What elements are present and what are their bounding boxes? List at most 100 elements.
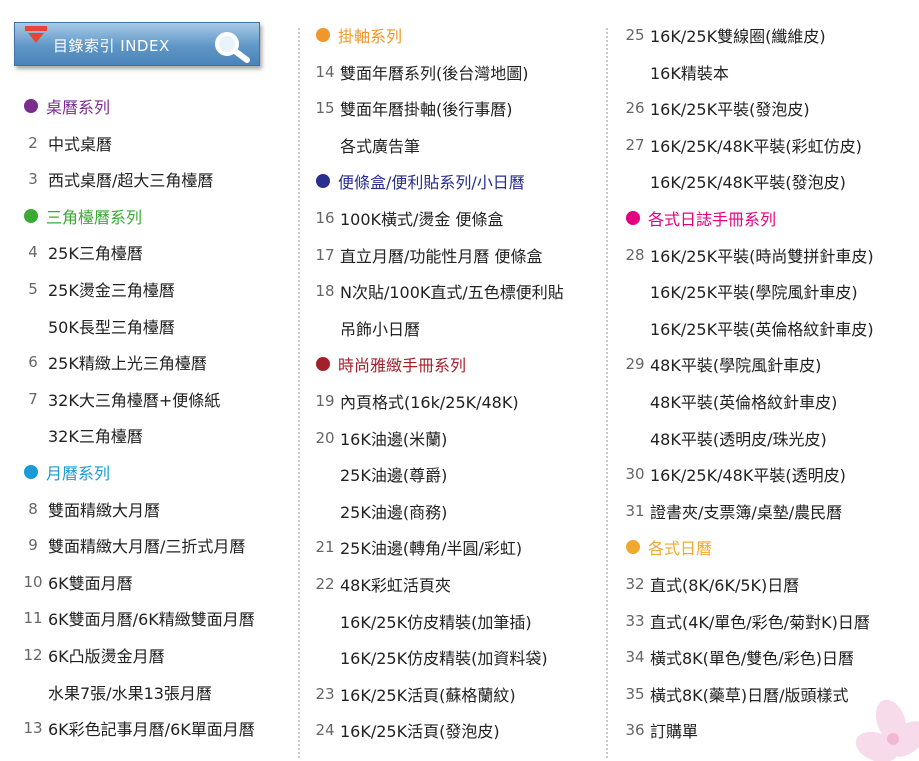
section-dot-icon	[24, 99, 38, 113]
index-title: 目錄索引 INDEX	[53, 37, 170, 55]
entry-text: 各式廣告筆	[340, 136, 421, 156]
entry-text: 48K平裝(英倫格紋針車皮)	[650, 393, 838, 412]
index-entry: 22 48K彩虹活頁夾	[310, 570, 451, 598]
index-entry: 48K平裝(英倫格紋針車皮)	[620, 387, 837, 415]
entry-text: 16K/25K仿皮精裝(加資料袋)	[340, 649, 548, 669]
entry-text: 16K/25K活頁(發泡皮)	[340, 722, 500, 742]
page-number: 28	[625, 245, 645, 264]
index-entry: 11 6K雙面月曆/6K精緻雙面月曆	[18, 604, 255, 632]
section-heading: 掛軸系列	[310, 21, 402, 49]
entry-text: N次貼/100K直式/五色標便利貼	[340, 283, 564, 303]
section-heading: 各式日誌手冊系列	[620, 204, 776, 232]
section-heading: 便條盒/便利貼系列/小日曆	[310, 167, 525, 195]
page-number: 21	[315, 538, 335, 557]
entry-text: 16K/25K/48K平裝(彩虹仿皮)	[650, 136, 862, 156]
flower-decoration-icon	[855, 699, 919, 761]
index-entry: 33 直式(4K/單色/彩色/菊對K)日曆	[620, 607, 870, 635]
entry-text: 16K/25K平裝(學院風針車皮)	[650, 283, 858, 303]
page-number: 35	[625, 684, 645, 703]
entry-text: 6K凸版燙金月曆	[48, 647, 165, 666]
index-entry: 5 25K燙金三角檯曆	[18, 275, 175, 303]
page-number: 26	[625, 99, 645, 118]
section-heading: 各式日曆	[620, 533, 712, 561]
page-number: 9	[28, 536, 38, 555]
entry-text: 雙面精緻大月曆	[48, 500, 161, 520]
entry-text: 直立月曆/功能性月曆 便條盒	[340, 246, 543, 266]
section-dot-icon	[626, 211, 640, 225]
index-entry: 16K/25K仿皮精裝(加筆插)	[310, 607, 532, 635]
page-number: 14	[315, 62, 335, 81]
section-label: 三角檯曆系列	[46, 207, 143, 227]
entry-text: 雙面年曆系列(後台灣地圖)	[340, 63, 529, 83]
section-label: 掛軸系列	[338, 27, 403, 46]
entry-text: 橫式8K(藥草)日曆/版頭樣式	[650, 685, 849, 705]
index-entry: 48K平裝(透明皮/珠光皮)	[620, 424, 827, 452]
index-entry: 16K精裝本	[620, 58, 729, 86]
page-number: 30	[625, 465, 645, 484]
entry-text: 25K精緻上光三角檯曆	[48, 354, 207, 374]
index-entry: 6 25K精緻上光三角檯曆	[18, 348, 207, 376]
entry-text: 橫式8K(單色/雙色/彩色)日曆	[650, 649, 854, 669]
entry-text: 25K燙金三角檯曆	[48, 281, 175, 300]
section-dot-icon	[626, 540, 640, 555]
section-dot-icon	[24, 465, 38, 479]
entry-text: 32K三角檯曆	[48, 427, 143, 447]
red-flag-icon	[25, 26, 47, 43]
section-label: 月曆系列	[46, 464, 111, 483]
entry-text: 訂購單	[650, 722, 699, 742]
page-number: 12	[23, 646, 43, 664]
index-entry: 29 48K平裝(學院風針車皮)	[620, 350, 821, 378]
entry-text: 16K/25K平裝(英倫格紋針車皮)	[650, 319, 874, 339]
index-header: 目錄索引 INDEX	[14, 22, 260, 66]
page-number: 29	[625, 355, 645, 374]
section-label: 各式日誌手冊系列	[648, 210, 777, 229]
index-entry: 9 雙面精緻大月曆/三折式月曆	[18, 531, 245, 559]
page-number: 6	[28, 353, 38, 372]
entry-text: 6K彩色記事月曆/6K單面月曆	[48, 720, 255, 740]
page-number: 22	[315, 575, 335, 593]
entry-text: 16K/25K/48K平裝(透明皮)	[650, 466, 846, 486]
index-entry: 16K/25K/48K平裝(發泡皮)	[620, 167, 846, 195]
index-entry: 27 16K/25K/48K平裝(彩虹仿皮)	[620, 131, 862, 159]
section-label: 桌曆系列	[46, 98, 111, 117]
section-heading: 月曆系列	[18, 458, 110, 486]
index-entry: 26 16K/25K平裝(發泡皮)	[620, 94, 809, 122]
page-number: 36	[625, 721, 645, 740]
entry-text: 6K雙面月曆/6K精緻雙面月曆	[48, 610, 255, 630]
page-number: 31	[625, 501, 645, 520]
column-divider-1	[298, 28, 300, 758]
section-heading: 時尚雅緻手冊系列	[310, 350, 466, 378]
index-entry: 18 N次貼/100K直式/五色標便利貼	[310, 277, 564, 305]
page-number: 5	[28, 280, 38, 298]
index-entry: 31 證書夾/支票簿/桌墊/農民曆	[620, 497, 842, 525]
index-entry: 25K油邊(尊爵)	[310, 460, 447, 488]
entry-text: 6K雙面月曆	[48, 573, 133, 593]
index-entry: 50K長型三角檯曆	[18, 312, 175, 340]
entry-text: 16K/25K平裝(時尚雙拼針車皮)	[650, 246, 874, 266]
index-entry: 4 25K三角檯曆	[18, 238, 143, 266]
entry-text: 內頁格式(16k/25K/48K)	[340, 393, 519, 412]
index-entry: 28 16K/25K平裝(時尚雙拼針車皮)	[620, 241, 874, 269]
entry-text: 直式(8K/6K/5K)日曆	[650, 576, 800, 595]
entry-text: 48K彩虹活頁夾	[340, 576, 451, 595]
index-entry: 23 16K/25K活頁(蘇格蘭紋)	[310, 680, 515, 708]
page-number: 17	[315, 245, 335, 264]
index-entry: 12 6K凸版燙金月曆	[18, 641, 165, 669]
index-entry: 36 訂購單	[620, 716, 698, 744]
entry-text: 直式(4K/單色/彩色/菊對K)日曆	[650, 612, 870, 632]
entry-text: 100K橫式/燙金 便條盒	[340, 210, 504, 229]
entry-text: 水果7張/水果13張月曆	[48, 683, 212, 703]
entry-text: 16K精裝本	[650, 63, 729, 83]
page-number: 3	[28, 170, 38, 189]
entry-text: 中式桌曆	[48, 134, 113, 154]
section-label: 便條盒/便利貼系列/小日曆	[338, 173, 525, 193]
index-entry: 25 16K/25K雙線圈(纖維皮)	[620, 21, 825, 49]
index-entry: 16K/25K平裝(英倫格紋針車皮)	[620, 314, 874, 342]
index-entry: 13 6K彩色記事月曆/6K單面月曆	[18, 714, 255, 742]
index-entry: 14 雙面年曆系列(後台灣地圖)	[310, 58, 529, 86]
page-number: 24	[315, 721, 335, 740]
page-number: 23	[315, 684, 335, 703]
index-entry: 吊飾小日曆	[310, 314, 420, 342]
page-number: 11	[23, 609, 43, 628]
page-number: 25	[625, 26, 645, 44]
